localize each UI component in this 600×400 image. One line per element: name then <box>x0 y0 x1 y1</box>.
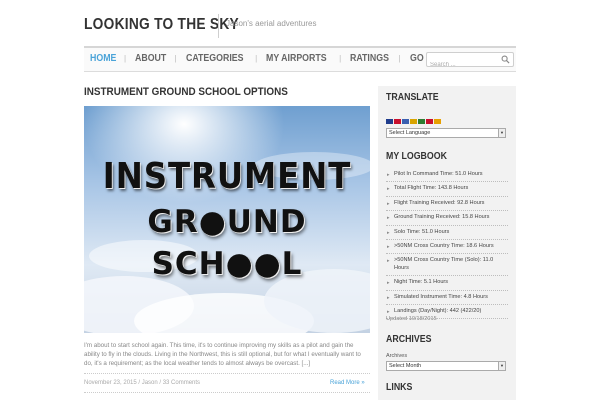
widget-title-links: Links <box>386 382 413 393</box>
bullet-icon: ▸ <box>387 215 390 222</box>
nav-divider: | <box>339 54 342 63</box>
logbook-list: ▸ Pilot In Command Time: 51.0 Hours ▸ Tota… <box>386 168 508 320</box>
list-item: ▸ Solo Time: 51.0 Hours <box>386 226 508 241</box>
list-item-text: Total Flight Time: 143.8 Hours <box>394 185 469 192</box>
bullet-icon: ▸ <box>387 172 390 178</box>
nav-divider: | <box>255 54 258 63</box>
nav-item-about[interactable]: About <box>135 53 166 64</box>
language-flags <box>386 119 441 124</box>
list-item: ▸ Total Flight Time: 143.8 Hours <box>386 182 508 197</box>
post-title[interactable]: Instrument Ground School Options <box>84 86 288 98</box>
logbook-updated: Updated 10/18/2015 <box>386 316 437 322</box>
site-title[interactable]: Looking to the Sky <box>84 16 239 34</box>
language-flag-icon[interactable] <box>394 119 401 124</box>
list-item: ▸ Ground Training Received: 15.8 Hours <box>386 211 508 226</box>
archives-select-value: Select Month <box>389 363 422 369</box>
sidebar: Translate Select Language ▼ My Logbook ▸… <box>378 86 516 400</box>
header-divider <box>218 14 219 38</box>
post-excerpt: I'm about to start school again. This ti… <box>84 342 361 368</box>
nav-divider: | <box>398 54 401 63</box>
language-flag-icon[interactable] <box>410 119 417 124</box>
post-featured-image[interactable]: INSTRUMENT GR●UND SCH●●L <box>84 106 370 333</box>
archives-select[interactable]: Select Month ▼ <box>386 361 506 371</box>
list-item: ▸ Simulated Instrument Time: 4.8 Hours <box>386 291 508 306</box>
language-flag-icon[interactable] <box>418 119 425 124</box>
list-item-text: Landings (Day/Night): 442 (422/20) <box>394 308 482 315</box>
bullet-icon: ▸ <box>387 229 390 236</box>
list-item-text: >50NM Cross Country Time (Solo): 11.0 Ho… <box>394 257 494 271</box>
widget-title-logbook: My Logbook <box>386 151 447 162</box>
hero-text-line-2: GR●UND <box>147 204 307 240</box>
bullet-icon: ▸ <box>387 244 390 251</box>
bullet-icon: ▸ <box>387 186 390 193</box>
list-item-text: >50NM Cross Country Time: 18.6 Hours <box>394 243 494 250</box>
site-tagline: Jason's aerial adventures <box>226 19 317 28</box>
nav-items: Home | About | Categories | My Airports … <box>90 53 452 64</box>
chevron-down-icon: ▼ <box>498 362 505 370</box>
widget-title-translate: Translate <box>386 92 439 103</box>
read-more-link[interactable]: Read More » <box>330 380 365 386</box>
site-header: Looking to the Sky Jason's aerial advent… <box>0 0 600 46</box>
widget-title-archives: Archives <box>386 334 432 345</box>
list-item-text: Pilot In Command Time: 51.0 Hours <box>394 171 483 177</box>
chevron-down-icon: ▼ <box>498 129 505 137</box>
list-item: ▸ >50NM Cross Country Time: 18.6 Hours <box>386 240 508 255</box>
language-flag-icon[interactable] <box>426 119 433 124</box>
language-select[interactable]: Select Language ▼ <box>386 128 506 138</box>
list-item-text: Ground Training Received: 15.8 Hours <box>394 214 490 221</box>
language-flag-icon[interactable] <box>434 119 441 124</box>
language-select-value: Select Language <box>389 130 431 136</box>
bullet-icon: ▸ <box>387 200 390 207</box>
hero-text-line-3: SCH●●L <box>151 246 303 282</box>
bullet-icon: ▸ <box>387 280 390 287</box>
list-item-text: Solo Time: 51.0 Hours <box>394 228 450 235</box>
post-meta[interactable]: November 23, 2015 / Jason / 33 Comments <box>84 380 200 386</box>
language-flag-icon[interactable] <box>386 119 393 124</box>
bullet-icon: ▸ <box>387 294 390 301</box>
search-input[interactable] <box>427 58 499 72</box>
list-item-text: Night Time: 5.1 Hours <box>394 279 449 286</box>
nav-item-home[interactable]: Home <box>90 53 116 64</box>
nav-divider: | <box>174 54 177 63</box>
nav-item-categories[interactable]: Categories <box>186 53 244 64</box>
list-item: ▸ Pilot In Command Time: 51.0 Hours <box>386 168 508 183</box>
meta-divider-top <box>84 373 370 374</box>
list-item: ▸ >50NM Cross Country Time (Solo): 11.0 H… <box>386 254 508 277</box>
search-box <box>426 52 514 72</box>
bullet-icon: ▸ <box>387 258 390 265</box>
list-item-text: Flight Training Received: 92.8 Hours <box>394 199 485 206</box>
list-item-text: Simulated Instrument Time: 4.8 Hours <box>394 293 488 300</box>
list-item: ▸ Night Time: 5.1 Hours <box>386 276 508 291</box>
search-icon[interactable] <box>501 55 510 64</box>
archives-label: Archives <box>386 353 408 359</box>
nav-divider: | <box>124 54 127 63</box>
hero-text-line-1: INSTRUMENT <box>102 156 352 197</box>
main-nav: Home | About | Categories | My Airports … <box>84 46 516 72</box>
list-item: ▸ Flight Training Received: 92.8 Hours <box>386 197 508 212</box>
meta-divider-bottom <box>84 392 370 393</box>
nav-item-ratings[interactable]: Ratings <box>350 53 389 64</box>
nav-item-my-airports[interactable]: My Airports <box>266 53 327 64</box>
language-flag-icon[interactable] <box>402 119 409 124</box>
